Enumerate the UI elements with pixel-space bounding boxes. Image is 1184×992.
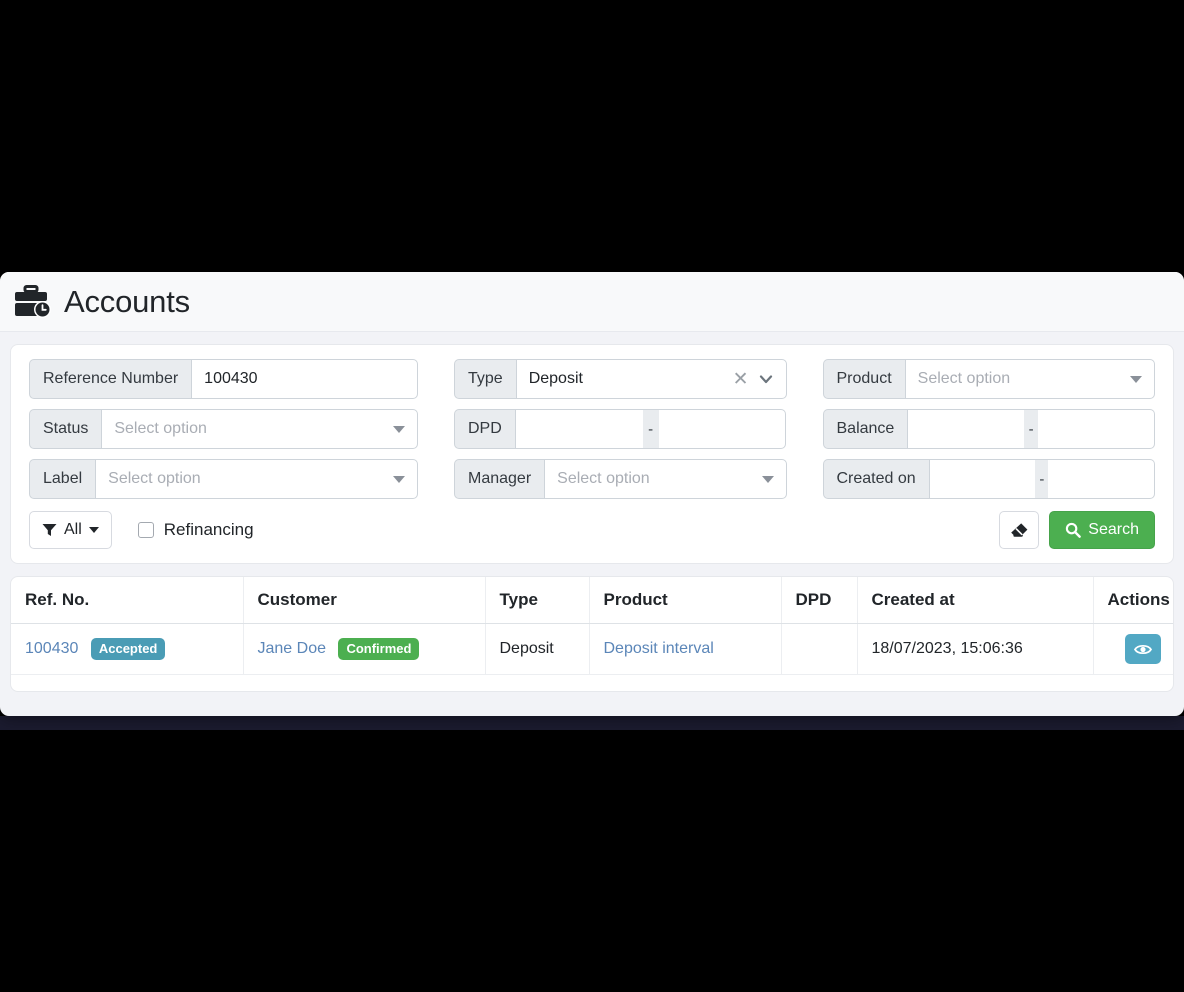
created-on-from-input[interactable] (928, 459, 1036, 499)
eye-icon (1134, 644, 1152, 654)
balance-from-input[interactable] (907, 409, 1025, 449)
product-select[interactable]: Select option (904, 359, 1155, 399)
label-select[interactable]: Select option (95, 459, 418, 499)
table-header: Ref. No. Customer Type Product DPD Creat… (11, 577, 1173, 624)
manager-placeholder: Select option (557, 470, 650, 487)
status-badge: Accepted (90, 638, 166, 660)
filter-label[interactable]: Label Select option (29, 459, 418, 499)
type-select[interactable]: Deposit ✕ (515, 359, 787, 399)
product-placeholder: Select option (917, 370, 1011, 387)
filter-reference-number[interactable]: Reference Number 100430 (29, 359, 418, 399)
column-header-dpd: DPD (781, 577, 858, 624)
balance-to-input[interactable] (1038, 409, 1155, 449)
type-label: Type (454, 359, 516, 399)
ref-no-link[interactable]: 100430 (25, 640, 78, 657)
briefcase-clock-icon (15, 284, 51, 318)
caret-down-icon (88, 527, 99, 533)
refinancing-checkbox[interactable] (137, 522, 154, 538)
filter-panel: Reference Number 100430 Type Deposit ✕ P… (10, 344, 1174, 564)
column-header-type: Type (485, 577, 590, 624)
column-header-actions: Actions (1093, 577, 1173, 624)
cell-ref-no: 100430 Accepted (11, 623, 244, 675)
dpd-label: DPD (454, 409, 515, 449)
column-header-ref-no: Ref. No. (11, 577, 244, 624)
window-chrome-band (0, 716, 1184, 730)
refinancing-label: Refinancing (163, 520, 254, 539)
manager-label: Manager (454, 459, 545, 499)
customer-status-badge: Confirmed (338, 638, 420, 660)
filter-dpd[interactable]: DPD - (454, 409, 787, 449)
manager-select[interactable]: Select option (544, 459, 787, 499)
product-link[interactable]: Deposit interval (604, 640, 714, 657)
accounts-table-card: Ref. No. Customer Type Product DPD Creat… (10, 576, 1174, 692)
cell-customer: Jane Doe Confirmed (243, 623, 486, 675)
all-filter-dropdown[interactable]: All (29, 511, 112, 549)
filter-buttons: Search (999, 511, 1155, 549)
filter-type[interactable]: Type Deposit ✕ (454, 359, 787, 399)
eraser-icon (1010, 522, 1028, 537)
filter-grid: Reference Number 100430 Type Deposit ✕ P… (29, 359, 1155, 499)
column-header-created-at: Created at (857, 577, 1094, 624)
chevron-down-icon[interactable] (758, 371, 774, 387)
accounts-page-card: Accounts Reference Number 100430 Type De… (0, 272, 1184, 716)
balance-range-separator: - (1024, 409, 1039, 449)
search-button[interactable]: Search (1049, 511, 1155, 549)
page-header: Accounts (0, 272, 1184, 332)
cell-actions (1093, 623, 1173, 675)
type-value: Deposit (528, 370, 583, 387)
status-placeholder: Select option (114, 420, 207, 437)
table-header-row: Ref. No. Customer Type Product DPD Creat… (11, 577, 1173, 624)
created-on-to-input[interactable] (1048, 459, 1155, 499)
column-header-product: Product (589, 577, 782, 624)
chevron-down-icon[interactable] (761, 475, 774, 483)
label-label: Label (29, 459, 96, 499)
cell-product: Deposit interval (589, 623, 782, 675)
table-body: 100430 Accepted Jane Doe Confirmed Depos… (11, 623, 1173, 675)
customer-link[interactable]: Jane Doe (258, 640, 327, 657)
dpd-to-input[interactable] (658, 409, 787, 449)
refinancing-checkbox-group[interactable]: Refinancing (137, 520, 254, 540)
column-header-customer: Customer (243, 577, 486, 624)
chevron-down-icon[interactable] (393, 475, 405, 483)
cell-created-at: 18/07/2023, 15:06:36 (857, 623, 1094, 675)
status-select[interactable]: Select option (101, 409, 418, 449)
filter-manager[interactable]: Manager Select option (454, 459, 787, 499)
search-button-label: Search (1088, 521, 1139, 538)
actions-wrapper (1108, 634, 1161, 664)
close-icon[interactable]: ✕ (733, 370, 749, 389)
screen-root: Accounts Reference Number 100430 Type De… (0, 0, 1184, 992)
filter-actions-row: All Refinancing Search (29, 511, 1155, 549)
product-label: Product (822, 359, 905, 399)
dpd-from-input[interactable] (514, 409, 643, 449)
filter-status[interactable]: Status Select option (29, 409, 418, 449)
clear-filters-button[interactable] (999, 511, 1040, 549)
reference-number-input[interactable]: 100430 (191, 359, 418, 399)
accounts-table: Ref. No. Customer Type Product DPD Creat… (11, 577, 1173, 675)
all-filter-label: All (64, 521, 82, 538)
chevron-down-icon[interactable] (393, 425, 405, 433)
cell-type: Deposit (485, 623, 590, 675)
chevron-down-icon[interactable] (1130, 375, 1142, 383)
page-title: Accounts (64, 283, 190, 319)
search-icon (1066, 522, 1082, 538)
funnel-icon (42, 524, 57, 536)
dpd-range-separator: - (642, 409, 659, 449)
balance-label: Balance (822, 409, 908, 449)
filter-created-on[interactable]: Created on - (822, 459, 1155, 499)
cell-dpd (781, 623, 858, 675)
created-on-label: Created on (822, 459, 929, 499)
table-row: 100430 Accepted Jane Doe Confirmed Depos… (11, 623, 1173, 675)
label-placeholder: Select option (108, 470, 201, 487)
filter-balance[interactable]: Balance - (822, 409, 1156, 449)
filter-product[interactable]: Product Select option (822, 359, 1155, 399)
reference-number-value: 100430 (204, 370, 258, 387)
view-account-button[interactable] (1125, 634, 1161, 664)
created-on-range-separator: - (1035, 459, 1049, 499)
reference-number-label: Reference Number (29, 359, 192, 399)
status-label: Status (29, 409, 102, 449)
